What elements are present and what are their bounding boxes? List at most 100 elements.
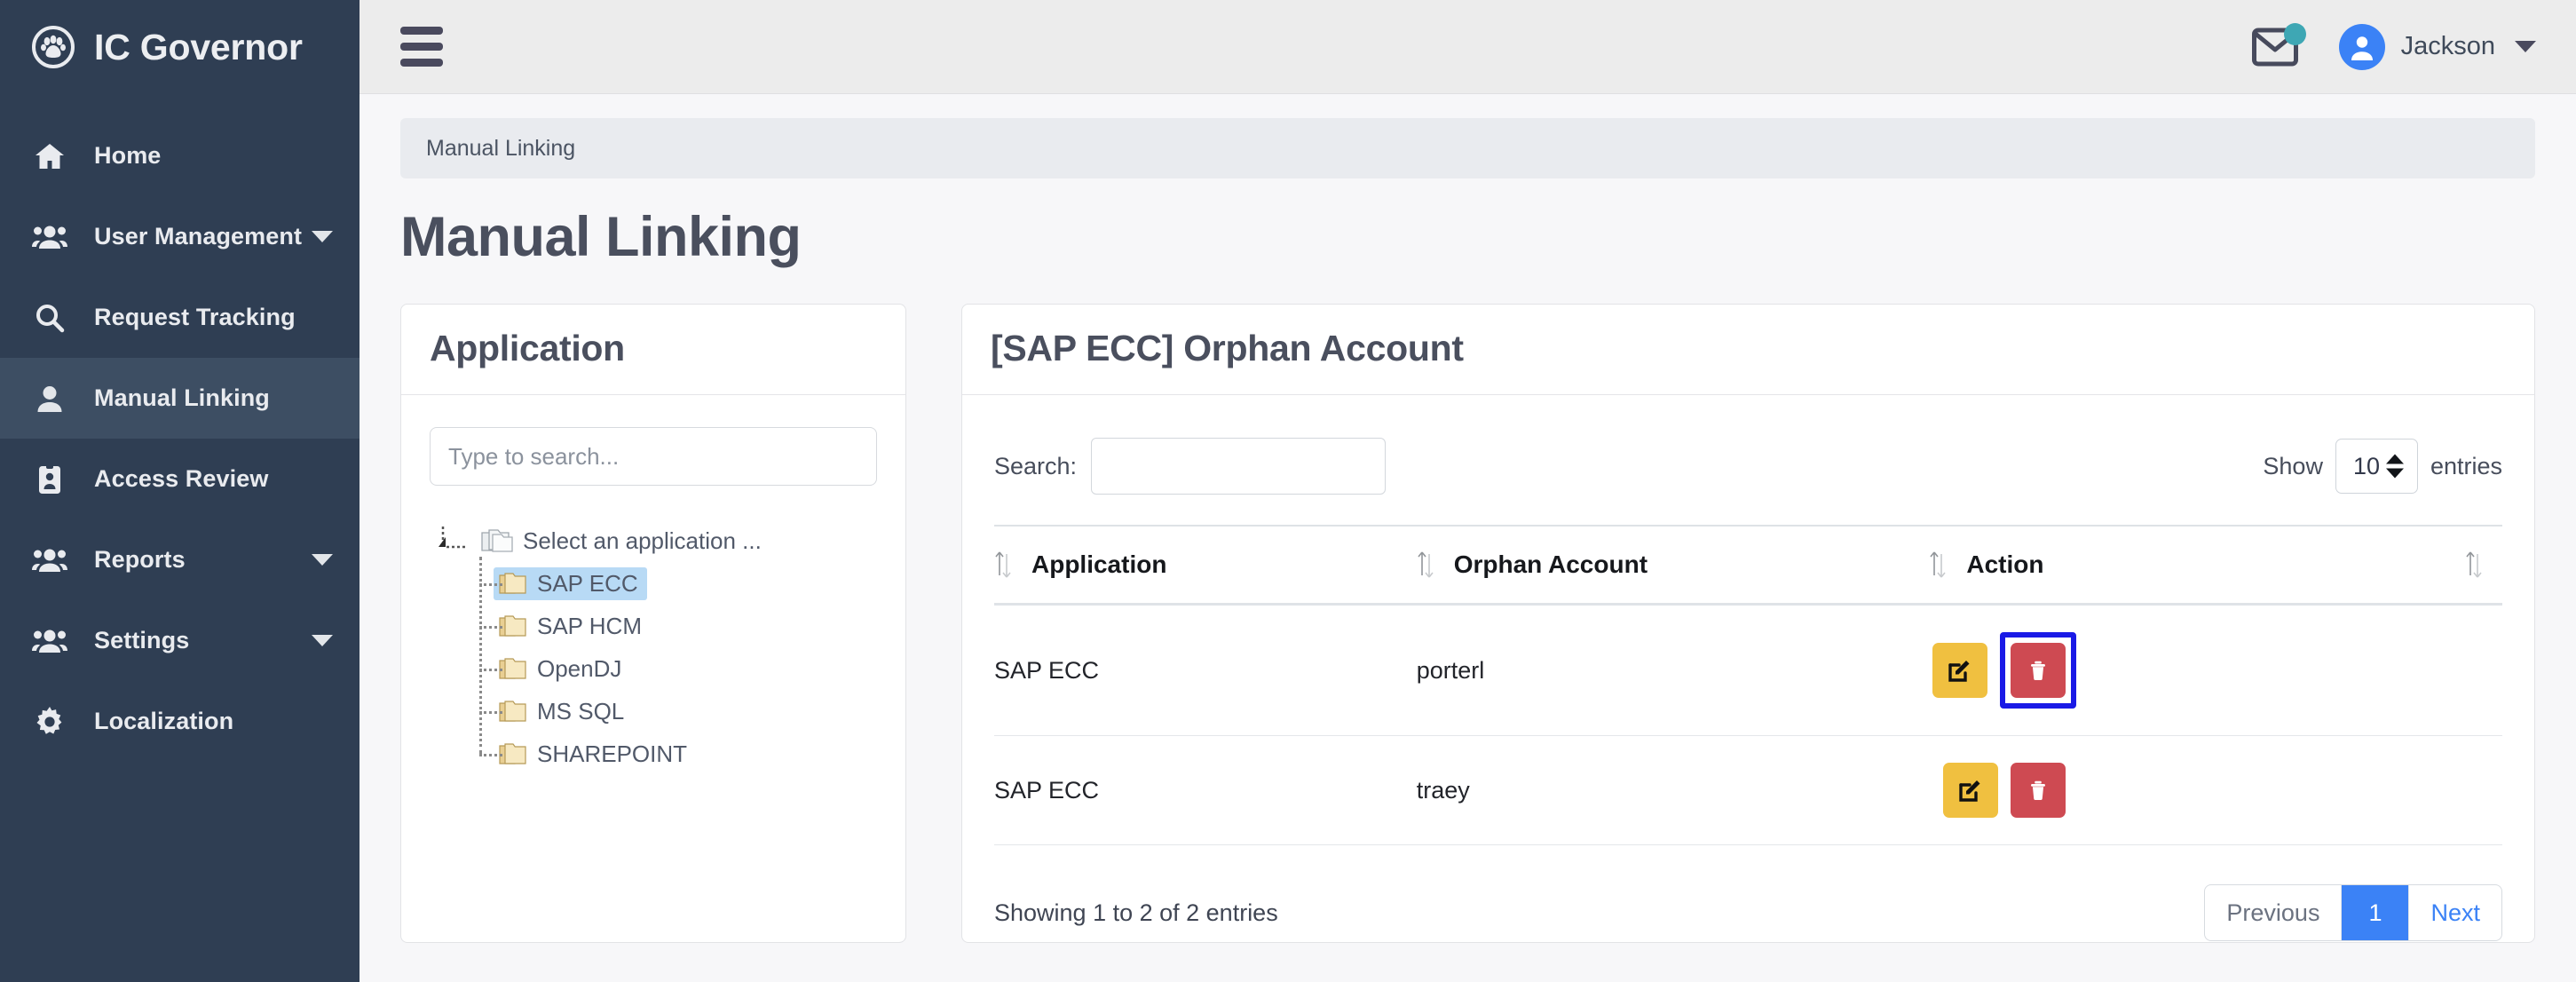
- application-panel-body: Select an application ...: [401, 395, 905, 942]
- tree-item-ms-sql[interactable]: MS SQL: [479, 690, 877, 733]
- sidebar-item-label: Home: [94, 142, 162, 169]
- chevron-down-icon[interactable]: [312, 554, 333, 566]
- delete-button[interactable]: [2011, 763, 2066, 818]
- column-header-orphan-account[interactable]: Orphan Account: [1416, 525, 1930, 606]
- tree-item-label: SAP HCM: [537, 612, 642, 639]
- chevron-updown-icon: [2385, 454, 2404, 479]
- table-header-row: Application Orphan Account Action: [994, 525, 2502, 606]
- page-size-value: 10: [2352, 452, 2380, 479]
- orphan-account-panel: [SAP ECC] Orphan Account Search: Show 10: [961, 304, 2535, 943]
- tree-item-sharepoint[interactable]: SHAREPOINT: [479, 733, 877, 775]
- envelope-icon[interactable]: [2251, 22, 2306, 67]
- sidebar-item-reports[interactable]: Reports: [0, 519, 360, 600]
- gear-icon: [32, 706, 67, 737]
- sidebar-item-home[interactable]: Home: [0, 115, 360, 196]
- tree-item-label: SHAREPOINT: [537, 740, 688, 767]
- sidebar-item-label: Request Tracking: [94, 304, 296, 330]
- pencil-square-icon: [1959, 780, 1980, 802]
- breadcrumb: Manual Linking: [400, 118, 2535, 178]
- sort-icon: [1929, 550, 1947, 580]
- column-header-action[interactable]: Action: [1929, 525, 2382, 606]
- tree-item-opendj[interactable]: OpenDJ: [479, 647, 877, 690]
- sidebar-item-request-tracking[interactable]: Request Tracking: [0, 277, 360, 358]
- column-header-extra[interactable]: [2382, 525, 2502, 606]
- cell-action: [1929, 735, 2502, 845]
- sidebar-item-settings[interactable]: Settings: [0, 600, 360, 681]
- tree-root-node[interactable]: Select an application ...: [430, 519, 877, 562]
- folder-icon: [499, 614, 527, 638]
- sidebar-item-localization[interactable]: Localization: [0, 681, 360, 762]
- sort-icon: [994, 550, 1012, 580]
- application-panel-header: Application: [401, 305, 905, 395]
- tree-children: SAP ECC SAP HCM OpenDJ MS SQL SHAREPOINT: [430, 557, 877, 775]
- page-size-select[interactable]: 10: [2335, 439, 2418, 494]
- application-panel-title: Application: [430, 328, 625, 368]
- hamburger-bar: [400, 27, 443, 35]
- tree-branch-connector: [479, 711, 502, 714]
- table-body-rows: SAP ECC porterl SAP ECC traey: [994, 604, 2502, 845]
- search-icon: [32, 303, 67, 333]
- tree-root-connector-icon: [435, 527, 481, 555]
- paw-circle-icon: [30, 24, 76, 70]
- chevron-down-icon[interactable]: [2515, 41, 2536, 52]
- tree-item-sap-hcm[interactable]: SAP HCM: [479, 605, 877, 647]
- brand-title: IC Governor: [94, 26, 303, 67]
- brand[interactable]: IC Governor: [0, 0, 360, 94]
- sidebar-item-user-management[interactable]: User Management: [0, 196, 360, 277]
- user-menu[interactable]: Jackson: [2338, 23, 2536, 70]
- sidebar-item-access-review[interactable]: Access Review: [0, 439, 360, 519]
- tree-item-label: MS SQL: [537, 697, 625, 725]
- pencil-square-icon: [1948, 661, 1970, 682]
- application-tree: Select an application ... SAP ECC SAP HC…: [430, 519, 877, 775]
- folder-icon: [499, 656, 527, 681]
- row-actions: [1929, 763, 2502, 818]
- tree-item-label: SAP ECC: [537, 569, 638, 597]
- trash-icon: [2031, 780, 2046, 801]
- sidebar-item-label: Settings: [94, 627, 190, 653]
- tree-branch-connector: [479, 754, 502, 756]
- showing-entries-text: Showing 1 to 2 of 2 entries: [994, 899, 1278, 926]
- users-icon: [32, 224, 67, 250]
- app-root: IC Governor Home User Management Request…: [0, 0, 2576, 982]
- folder-stack-icon: [481, 527, 513, 554]
- chevron-down-icon[interactable]: [312, 231, 333, 242]
- hamburger-icon[interactable]: [400, 27, 443, 67]
- orphan-account-panel-title: [SAP ECC] Orphan Account: [991, 328, 1464, 368]
- user-avatar-icon: [2338, 23, 2385, 70]
- folder-icon: [499, 571, 527, 596]
- hamburger-bar: [400, 43, 443, 51]
- pagination-page-1[interactable]: 1: [2342, 885, 2410, 940]
- edit-button[interactable]: [1943, 763, 1999, 818]
- sidebar-item-label: Reports: [94, 546, 186, 573]
- sort-icon: [1417, 550, 1434, 580]
- user-name: Jackson: [2400, 32, 2495, 60]
- pagination-previous[interactable]: Previous: [2205, 885, 2343, 940]
- trash-icon: [2031, 661, 2046, 681]
- application-search-input[interactable]: [430, 427, 877, 486]
- tree-branch-connector: [479, 669, 502, 671]
- column-header-application[interactable]: Application: [994, 525, 1417, 606]
- breadcrumb-item[interactable]: Manual Linking: [426, 136, 575, 162]
- topbar: Jackson: [360, 0, 2576, 94]
- delete-button[interactable]: [2011, 643, 2066, 698]
- sidebar: IC Governor Home User Management Request…: [0, 0, 360, 982]
- tree-branch-connector: [479, 583, 502, 586]
- column-header-label: Application: [1031, 550, 1167, 578]
- application-panel: Application Type to search... Select an …: [400, 304, 906, 943]
- pagination-next[interactable]: Next: [2409, 885, 2501, 940]
- cell-orphan-account: traey: [1416, 735, 1930, 845]
- row-actions: [1929, 632, 2502, 709]
- tree-item-sap-ecc[interactable]: SAP ECC: [479, 562, 877, 605]
- folder-icon: [499, 741, 527, 766]
- folder-icon: [499, 699, 527, 724]
- table-search-input[interactable]: [1091, 438, 1387, 495]
- panels: Application Type to search... Select an …: [400, 304, 2535, 943]
- chevron-down-icon[interactable]: [312, 635, 333, 646]
- tree-branch-connector: [479, 626, 502, 629]
- entries-control: Show 10 entries: [2263, 439, 2502, 494]
- sidebar-item-manual-linking[interactable]: Manual Linking: [0, 358, 360, 439]
- page-title: Manual Linking: [400, 206, 802, 268]
- edit-button[interactable]: [1932, 643, 1988, 698]
- pagination: Previous 1 Next: [2204, 884, 2502, 941]
- table-row: SAP ECC traey: [994, 735, 2502, 845]
